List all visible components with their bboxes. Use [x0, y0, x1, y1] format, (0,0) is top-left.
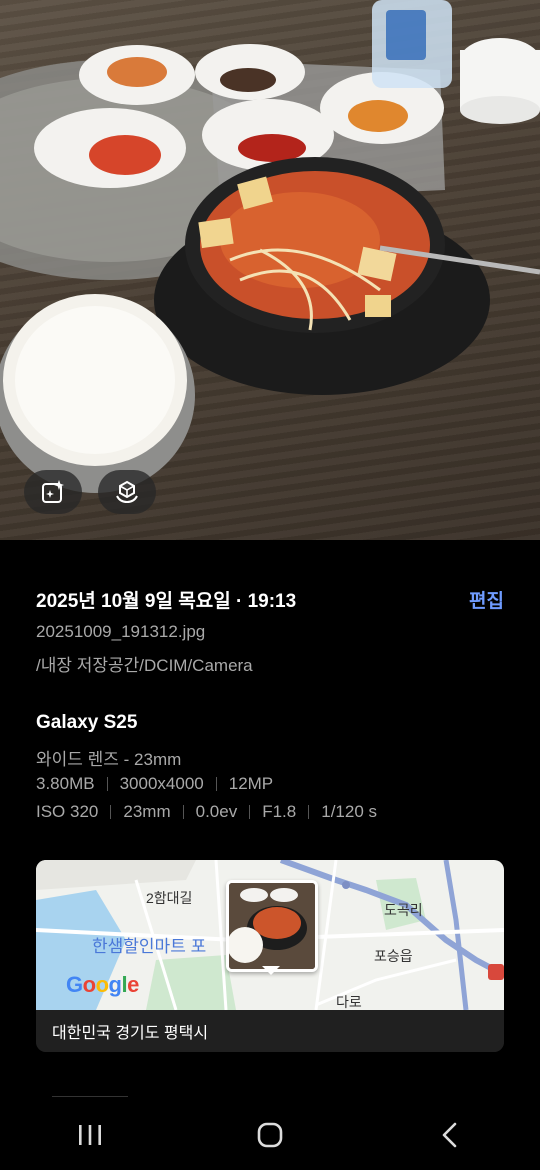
map-label-dogokri: 도곡리: [384, 902, 423, 918]
photo-location-thumbnail: [226, 880, 318, 972]
capture-datetime: 2025년 10월 9일 목요일 · 19:13: [36, 591, 297, 612]
map-label-street: 2함대길: [146, 890, 193, 906]
file-name: 20251009_191312.jpg: [36, 622, 206, 641]
recents-icon: [79, 1125, 101, 1145]
food-photo: [0, 0, 540, 493]
exposure-value: 0.0ev: [195, 802, 238, 821]
map-label-poseungeup: 포승읍: [374, 948, 413, 964]
home-button[interactable]: [240, 1110, 300, 1160]
lens-info: 와이드 렌즈 - 23mm: [36, 750, 182, 769]
separator: [110, 805, 112, 819]
file-path: /내장 저장공간/DCIM/Camera: [36, 656, 253, 675]
focal-length: 23mm: [123, 802, 171, 821]
exposure-specs-row: ISO 320 23mm 0.0ev F1.8 1/120 s: [36, 802, 377, 822]
google-letter: e: [127, 972, 139, 997]
device-name: Galaxy S25: [36, 712, 138, 733]
ai-edit-button[interactable]: [24, 470, 82, 514]
google-letter: o: [82, 972, 96, 997]
section-divider: [52, 1096, 128, 1097]
back-icon: [442, 1122, 457, 1148]
object-remix-button[interactable]: [98, 470, 156, 514]
cube-hand-icon: [116, 480, 138, 504]
location-map-card[interactable]: 2함대길 한샘할인마트 포 도곡리 포승읍 다로 Google 대한민국 경기도…: [36, 860, 504, 1052]
home-icon: [257, 1122, 283, 1148]
google-letter: g: [108, 972, 122, 997]
thumbnail-pointer: [262, 966, 280, 975]
separator: [106, 777, 108, 791]
back-button[interactable]: [420, 1110, 480, 1160]
photo-details-screen: 2025년 10월 9일 목요일 · 19:13 편집 20251009_191…: [0, 0, 540, 1170]
google-letter: G: [66, 972, 83, 997]
photo-viewer[interactable]: [0, 0, 540, 540]
location-address: 대한민국 경기도 평택시: [36, 1010, 504, 1052]
edit-button[interactable]: 편집: [469, 586, 504, 613]
megapixels: 12MP: [228, 774, 274, 793]
file-size: 3.80MB: [36, 774, 95, 793]
shutter-speed: 1/120 s: [321, 802, 377, 821]
resolution: 3000x4000: [119, 774, 204, 793]
aperture: F1.8: [262, 802, 297, 821]
google-letter: o: [95, 972, 109, 997]
separator: [215, 777, 217, 791]
map-view[interactable]: 2함대길 한샘할인마트 포 도곡리 포승읍 다로 Google: [36, 860, 504, 1010]
file-specs-row: 3.80MB 3000x4000 12MP: [36, 774, 273, 794]
map-label-road: 다로: [336, 994, 362, 1010]
sparkle-edit-icon: [42, 480, 64, 503]
system-navigation-bar: [0, 1100, 540, 1170]
separator: [308, 805, 310, 819]
separator: [182, 805, 184, 819]
map-label-mart: 한샘할인마트 포: [92, 937, 207, 956]
google-logo: Google: [66, 972, 139, 998]
recents-button[interactable]: [60, 1110, 120, 1160]
separator: [249, 805, 251, 819]
thumbnail-image: [229, 883, 315, 969]
iso: ISO 320: [36, 802, 99, 821]
